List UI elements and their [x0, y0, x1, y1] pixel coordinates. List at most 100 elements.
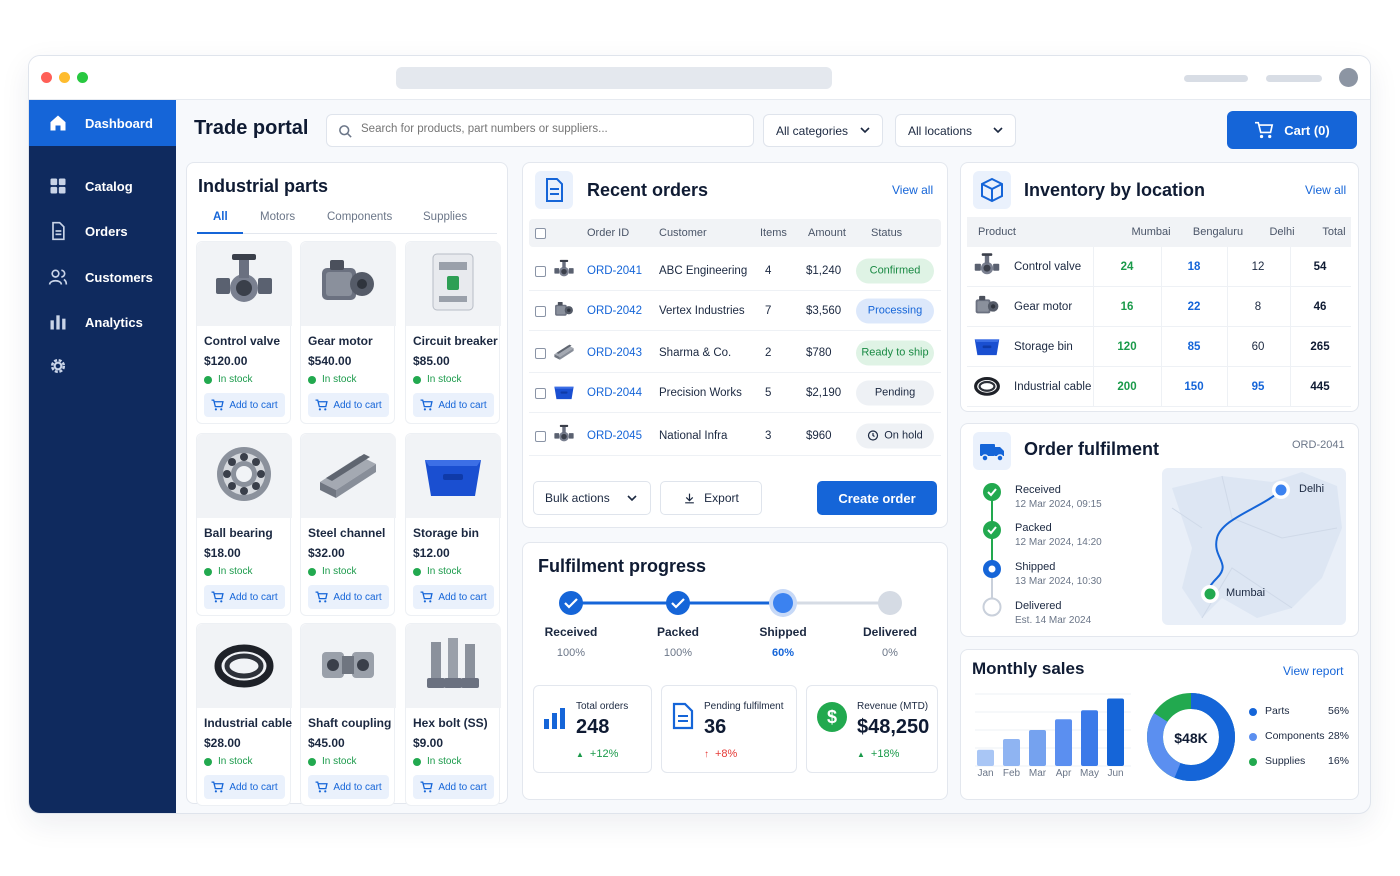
- in-stock-dot-icon: [204, 375, 212, 384]
- stock-status: In stock: [204, 566, 252, 577]
- add-to-cart-button[interactable]: Add to cart: [413, 393, 494, 417]
- in-stock-dot-icon: [413, 757, 421, 766]
- product-card[interactable]: Gear motor $540.00 In stock Add to cart: [300, 241, 396, 424]
- address-bar[interactable]: [396, 67, 832, 89]
- add-to-cart-button[interactable]: Add to cart: [204, 585, 285, 609]
- order-id-link[interactable]: ORD-2042: [587, 305, 642, 317]
- order-amount: $960: [806, 429, 832, 442]
- kpi-value: $48,250: [857, 716, 930, 738]
- table-row[interactable]: ORD-2042 Vertex Industries 7 $3,560 Proc…: [529, 291, 941, 331]
- inventory-view-all-link[interactable]: View all: [1305, 183, 1346, 197]
- product-card[interactable]: Shaft coupling $45.00 In stock Add to ca…: [300, 623, 396, 806]
- sidebar-item-settings[interactable]: [29, 343, 176, 389]
- sales-bar-jun[interactable]: [1107, 698, 1124, 767]
- product-card[interactable]: Industrial cable $28.00 In stock Add to …: [196, 623, 292, 806]
- valve-icon: [553, 258, 575, 283]
- in-stock-dot-icon: [308, 375, 316, 384]
- add-to-cart-button[interactable]: Add to cart: [413, 775, 494, 799]
- product-card[interactable]: Storage bin $12.00 In stock Add to cart: [405, 433, 501, 616]
- product-image: [197, 624, 292, 708]
- add-to-cart-label: Add to cart: [333, 399, 382, 411]
- stock-bengaluru: 85: [1187, 340, 1201, 353]
- sidebar-item-dashboard[interactable]: Dashboard: [29, 100, 176, 146]
- tab-all[interactable]: All: [213, 211, 228, 223]
- product-name: Shaft coupling: [308, 716, 392, 730]
- order-amount: $2,190: [806, 386, 842, 399]
- order-id-link[interactable]: ORD-2044: [587, 387, 642, 399]
- row-checkbox[interactable]: [535, 387, 546, 399]
- product-card[interactable]: Hex bolt (SS) $9.00 In stock Add to cart: [405, 623, 501, 806]
- sales-bar-may[interactable]: [1081, 710, 1098, 766]
- avatar[interactable]: [1339, 68, 1358, 87]
- create-order-button[interactable]: Create order: [817, 481, 937, 515]
- add-to-cart-button[interactable]: Add to cart: [308, 393, 389, 417]
- product-card[interactable]: Steel channel $32.00 In stock Add to car…: [300, 433, 396, 616]
- sidebar-item-catalog[interactable]: Catalog: [29, 163, 176, 209]
- tab-components[interactable]: Components: [327, 211, 392, 223]
- tab-motors[interactable]: Motors: [260, 211, 295, 223]
- status-badge: On hold: [856, 423, 934, 448]
- sidebar: Dashboard Catalog Orders Customers Analy…: [29, 100, 176, 813]
- table-row[interactable]: ORD-2044 Precision Works 5 $2,190 Pendin…: [529, 373, 941, 413]
- route-map[interactable]: Delhi Mumbai: [1162, 468, 1346, 625]
- add-to-cart-button[interactable]: Add to cart: [204, 775, 285, 799]
- orders-view-all-link[interactable]: View all: [892, 183, 933, 197]
- close-window-button[interactable]: [41, 72, 52, 83]
- maximize-window-button[interactable]: [77, 72, 88, 83]
- product-card[interactable]: Ball bearing $18.00 In stock Add to cart: [196, 433, 292, 616]
- step-percent: 60%: [771, 647, 795, 659]
- svg-text:$: $: [827, 707, 837, 727]
- sales-bar-jan[interactable]: [977, 749, 994, 766]
- order-id-link[interactable]: ORD-2041: [587, 265, 642, 277]
- kpi-value: 36: [704, 716, 727, 738]
- step-percent: 0%: [882, 647, 898, 659]
- location-select[interactable]: All locations: [895, 114, 1016, 147]
- sales-bar-feb[interactable]: [1003, 739, 1020, 766]
- product-name: Ball bearing: [204, 526, 273, 540]
- add-to-cart-button[interactable]: Add to cart: [308, 585, 389, 609]
- add-to-cart-button[interactable]: Add to cart: [204, 393, 285, 417]
- search-box[interactable]: [326, 114, 754, 147]
- sales-bar-apr[interactable]: [1055, 719, 1072, 766]
- stock-delhi: 8: [1254, 300, 1262, 313]
- titlebar-placeholder: [1184, 75, 1248, 82]
- add-to-cart-button[interactable]: Add to cart: [413, 585, 494, 609]
- row-checkbox[interactable]: [535, 305, 546, 317]
- sales-bar-mar[interactable]: [1029, 730, 1046, 766]
- cart-button[interactable]: Cart (0): [1227, 111, 1357, 149]
- product-card[interactable]: Circuit breaker $85.00 In stock Add to c…: [405, 241, 501, 424]
- table-row[interactable]: ORD-2041 ABC Engineering 4 $1,240 Confir…: [529, 251, 941, 291]
- tab-supplies[interactable]: Supplies: [423, 211, 467, 223]
- sidebar-item-orders[interactable]: Orders: [29, 208, 176, 254]
- select-all-checkbox[interactable]: [535, 228, 546, 239]
- order-id-link[interactable]: ORD-2045: [587, 430, 642, 442]
- motor-icon: [973, 291, 1001, 322]
- chevron-down-icon: [627, 495, 637, 502]
- row-checkbox[interactable]: [535, 347, 546, 359]
- row-checkbox[interactable]: [535, 265, 546, 277]
- table-row[interactable]: ORD-2043 Sharma & Co. 2 $780 Ready to sh…: [529, 333, 941, 373]
- minimize-window-button[interactable]: [59, 72, 70, 83]
- in-stock-dot-icon: [204, 567, 212, 576]
- inventory-table-header: Product Mumbai Bengaluru Delhi Total: [967, 217, 1351, 247]
- export-button[interactable]: Export: [660, 481, 762, 515]
- add-to-cart-button[interactable]: Add to cart: [308, 775, 389, 799]
- orders-title: Recent orders: [587, 180, 709, 200]
- category-select[interactable]: All categories: [763, 114, 883, 147]
- kpi-delta: ▲ +12%: [576, 748, 618, 760]
- stock-status: In stock: [308, 374, 356, 385]
- search-input[interactable]: [361, 123, 741, 135]
- valve-icon: [553, 423, 575, 448]
- kpi-label: Revenue (MTD): [857, 701, 929, 712]
- product-price: $540.00: [308, 354, 352, 368]
- bulk-actions-dropdown[interactable]: Bulk actions: [533, 481, 651, 515]
- stock-status: In stock: [204, 756, 252, 767]
- product-card[interactable]: Control valve $120.00 In stock Add to ca…: [196, 241, 292, 424]
- sidebar-item-customers[interactable]: Customers: [29, 254, 176, 300]
- table-row[interactable]: ORD-2045 National Infra 3 $960 On hold: [529, 416, 941, 456]
- view-report-link[interactable]: View report: [1283, 664, 1343, 678]
- cart-icon: [420, 399, 434, 411]
- row-checkbox[interactable]: [535, 430, 546, 442]
- sidebar-item-analytics[interactable]: Analytics: [29, 299, 176, 345]
- order-id-link[interactable]: ORD-2043: [587, 347, 642, 359]
